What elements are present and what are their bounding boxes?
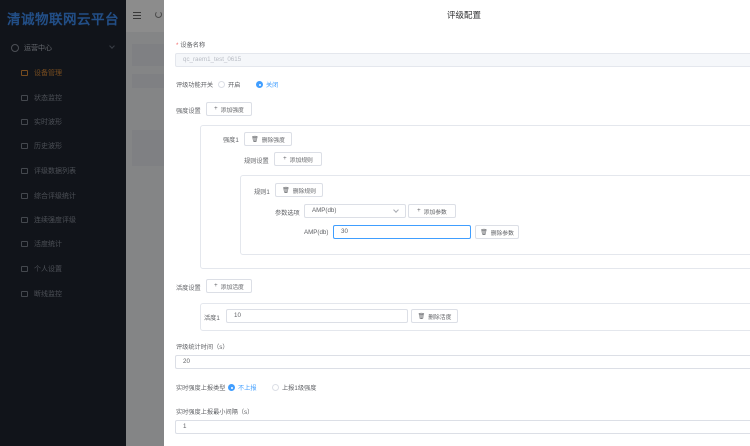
activity-value-input[interactable]: 10 bbox=[226, 309, 408, 323]
param-name-label: AMP(db) bbox=[304, 229, 329, 236]
min-interval-input[interactable]: 1 bbox=[175, 420, 750, 434]
switch-on-radio[interactable]: 开启 bbox=[218, 80, 240, 89]
chevron-down-icon bbox=[393, 207, 399, 213]
intensity-name: 强度1 bbox=[223, 137, 239, 144]
report-no-radio[interactable]: 不上报 bbox=[228, 383, 257, 392]
stat-time-label: 评级统计时间（s） bbox=[176, 344, 229, 351]
rating-config-drawer: 评级配置 * 设备名称 qc_raem1_test_0615 评级功能开关 开启 … bbox=[164, 0, 750, 446]
device-name-label: * 设备名称 bbox=[176, 42, 206, 49]
add-rule-button[interactable]: + 添加规则 bbox=[274, 152, 322, 166]
intensity-settings-label: 强度设置 bbox=[176, 108, 201, 115]
min-interval-label: 实时强度上报最小间隔（s） bbox=[176, 409, 254, 416]
plus-icon: + bbox=[417, 208, 421, 214]
report-type-label: 实时强度上报类型 bbox=[176, 385, 226, 392]
radio-checked-icon bbox=[256, 81, 263, 88]
report-level1-radio[interactable]: 上报1级强度 bbox=[272, 383, 316, 392]
radio-icon bbox=[218, 81, 225, 88]
trash-icon: 🗑 bbox=[282, 187, 290, 194]
add-intensity-button[interactable]: + 添加强度 bbox=[206, 102, 252, 116]
trash-icon: 🗑 bbox=[251, 136, 259, 143]
trash-icon: 🗑 bbox=[417, 313, 426, 320]
radio-checked-icon bbox=[228, 384, 235, 391]
modal-overlay[interactable] bbox=[0, 0, 164, 446]
switch-off-radio[interactable]: 关闭 bbox=[256, 80, 278, 89]
delete-activity-button[interactable]: 🗑 删除活度 bbox=[411, 309, 458, 323]
plus-icon: + bbox=[214, 106, 218, 112]
activity-name: 活度1 bbox=[204, 315, 220, 322]
add-activity-button[interactable]: + 添加活度 bbox=[206, 279, 252, 293]
delete-rule-button[interactable]: 🗑 删除规则 bbox=[275, 183, 323, 197]
plus-icon: + bbox=[283, 156, 287, 162]
stat-time-input[interactable]: 20 bbox=[175, 355, 750, 369]
radio-icon bbox=[272, 384, 279, 391]
plus-icon: + bbox=[214, 283, 218, 289]
param-options-label: 参数选项 bbox=[275, 210, 300, 217]
drawer-title: 评级配置 bbox=[446, 10, 481, 20]
activity-settings-label: 活度设置 bbox=[176, 285, 201, 292]
rating-switch-label: 评级功能开关 bbox=[176, 82, 214, 89]
delete-intensity-button[interactable]: 🗑 删除强度 bbox=[244, 132, 292, 146]
param-select[interactable]: AMP(db) bbox=[304, 204, 406, 218]
delete-param-button[interactable]: 🗑 删除参数 bbox=[475, 225, 519, 239]
param-value-input[interactable]: 30 bbox=[333, 225, 471, 239]
device-name-input[interactable]: qc_raem1_test_0615 bbox=[175, 53, 750, 67]
trash-icon: 🗑 bbox=[480, 229, 488, 236]
rule-name: 规则1 bbox=[254, 189, 270, 196]
rule-settings-label: 规则设置 bbox=[244, 158, 269, 165]
add-param-button[interactable]: + 添加参数 bbox=[408, 204, 456, 218]
